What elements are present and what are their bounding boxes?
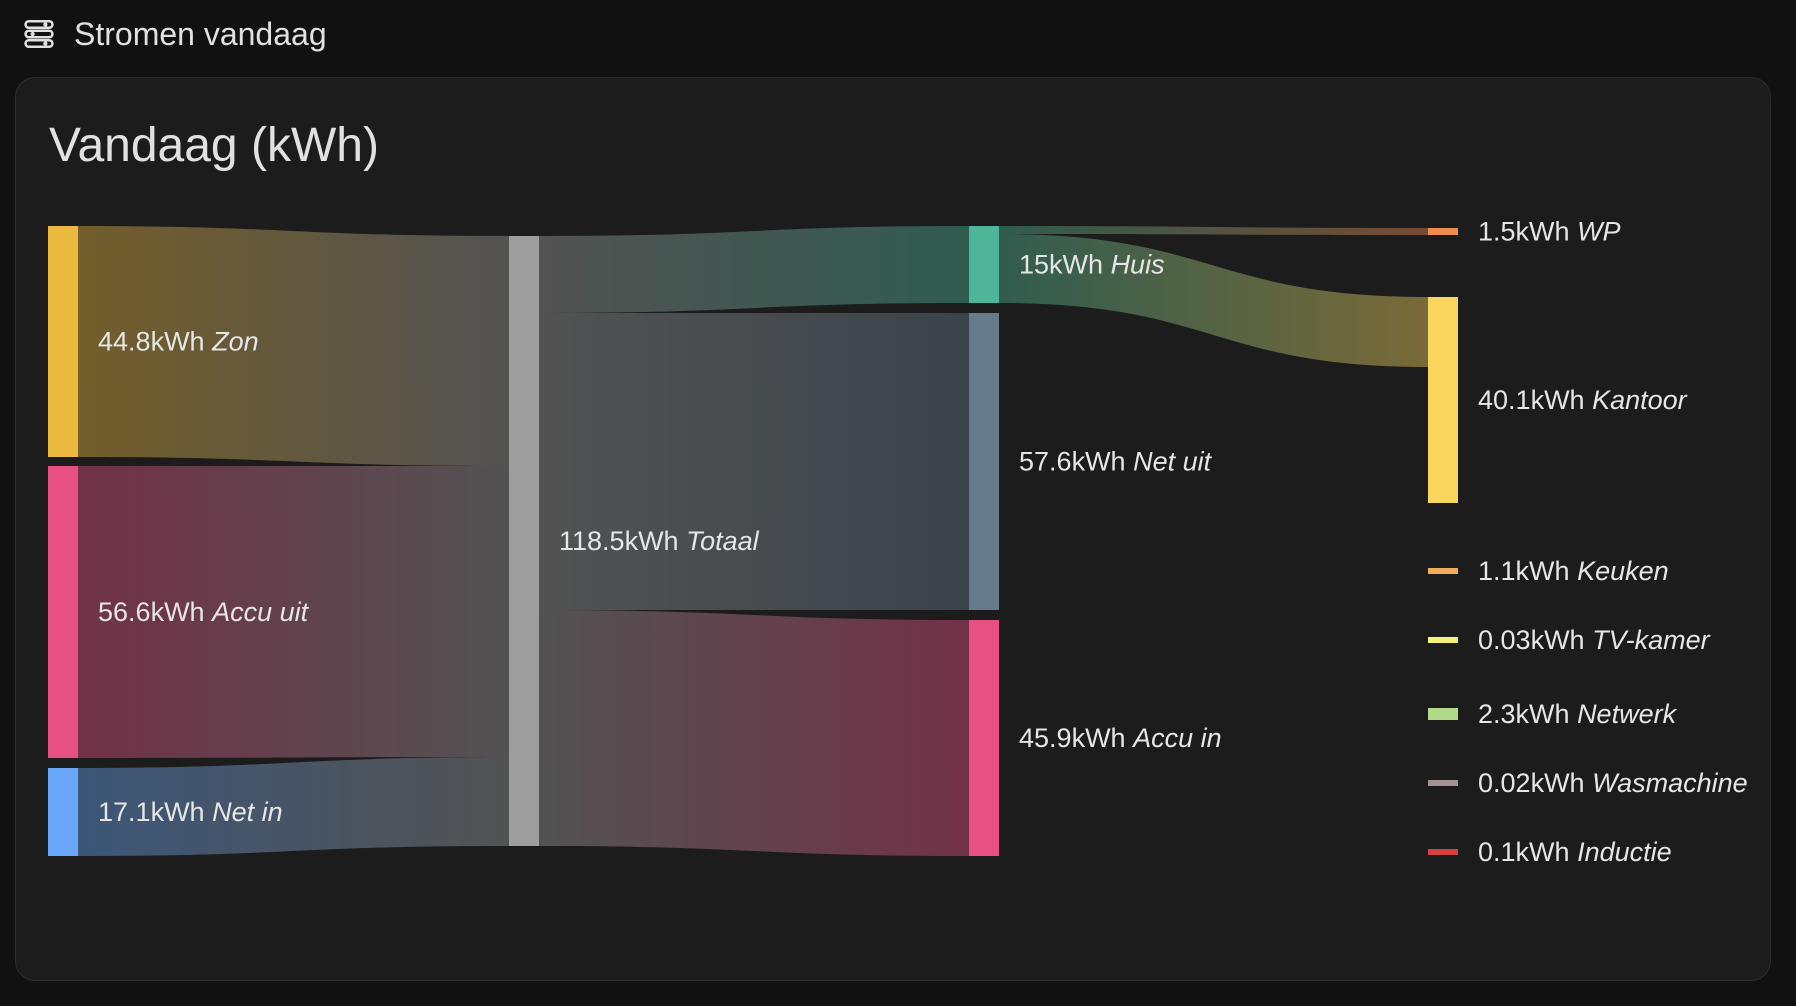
node-totaal[interactable] — [509, 236, 539, 846]
node-wasmachine[interactable] — [1428, 780, 1458, 786]
node-inductie[interactable] — [1428, 849, 1458, 855]
node-label-huis: 15kWh Huis — [1019, 250, 1165, 280]
node-kantoor[interactable] — [1428, 297, 1458, 503]
node-net_in[interactable] — [48, 768, 78, 856]
node-accu_uit[interactable] — [48, 466, 78, 758]
node-net_uit[interactable] — [969, 313, 999, 610]
header-title: Stromen vandaag — [74, 15, 327, 52]
link-totaal-to-net_uit[interactable] — [539, 313, 969, 610]
node-label-net_in: 17.1kWh Net in — [98, 797, 283, 827]
node-label-wasmachine: 0.02kWh Wasmachine — [1478, 768, 1748, 798]
node-label-kantoor: 40.1kWh Kantoor — [1478, 385, 1688, 415]
node-label-keuken: 1.1kWh Keuken — [1478, 556, 1669, 586]
sankey-card: Vandaag (kWh) 44.8kWh Zon 56.6kWh Accu ui… — [15, 77, 1771, 981]
link-totaal-to-accu_in[interactable] — [539, 610, 969, 856]
node-label-inductie: 0.1kWh Inductie — [1478, 837, 1672, 867]
node-label-net_uit: 57.6kWh Net uit — [1019, 447, 1213, 477]
node-label-tvkamer: 0.03kWh TV-kamer — [1478, 625, 1711, 655]
node-label-accu_in: 45.9kWh Accu in — [1019, 723, 1222, 753]
node-keuken[interactable] — [1428, 568, 1458, 574]
node-netwerk[interactable] — [1428, 708, 1458, 720]
link-totaal-to-huis[interactable] — [539, 226, 969, 313]
node-wp[interactable] — [1428, 228, 1458, 235]
card-header: Stromen vandaag — [22, 12, 327, 56]
sankey-diagram: 44.8kWh Zon 56.6kWh Accu uit 17.1kWh Net i… — [48, 217, 1748, 867]
node-label-totaal: 118.5kWh Totaal — [559, 526, 760, 556]
node-zon[interactable] — [48, 226, 78, 457]
node-label-wp: 1.5kWh WP — [1478, 217, 1621, 247]
node-label-accu_uit: 56.6kWh Accu uit — [98, 597, 310, 627]
node-label-zon: 44.8kWh Zon — [98, 327, 259, 357]
flows-icon — [24, 19, 54, 49]
node-label-netwerk: 2.3kWh Netwerk — [1478, 699, 1678, 729]
node-accu_in[interactable] — [969, 620, 999, 856]
node-huis[interactable] — [969, 226, 999, 303]
node-tvkamer[interactable] — [1428, 637, 1458, 643]
link-huis-to-wp[interactable] — [999, 226, 1428, 235]
